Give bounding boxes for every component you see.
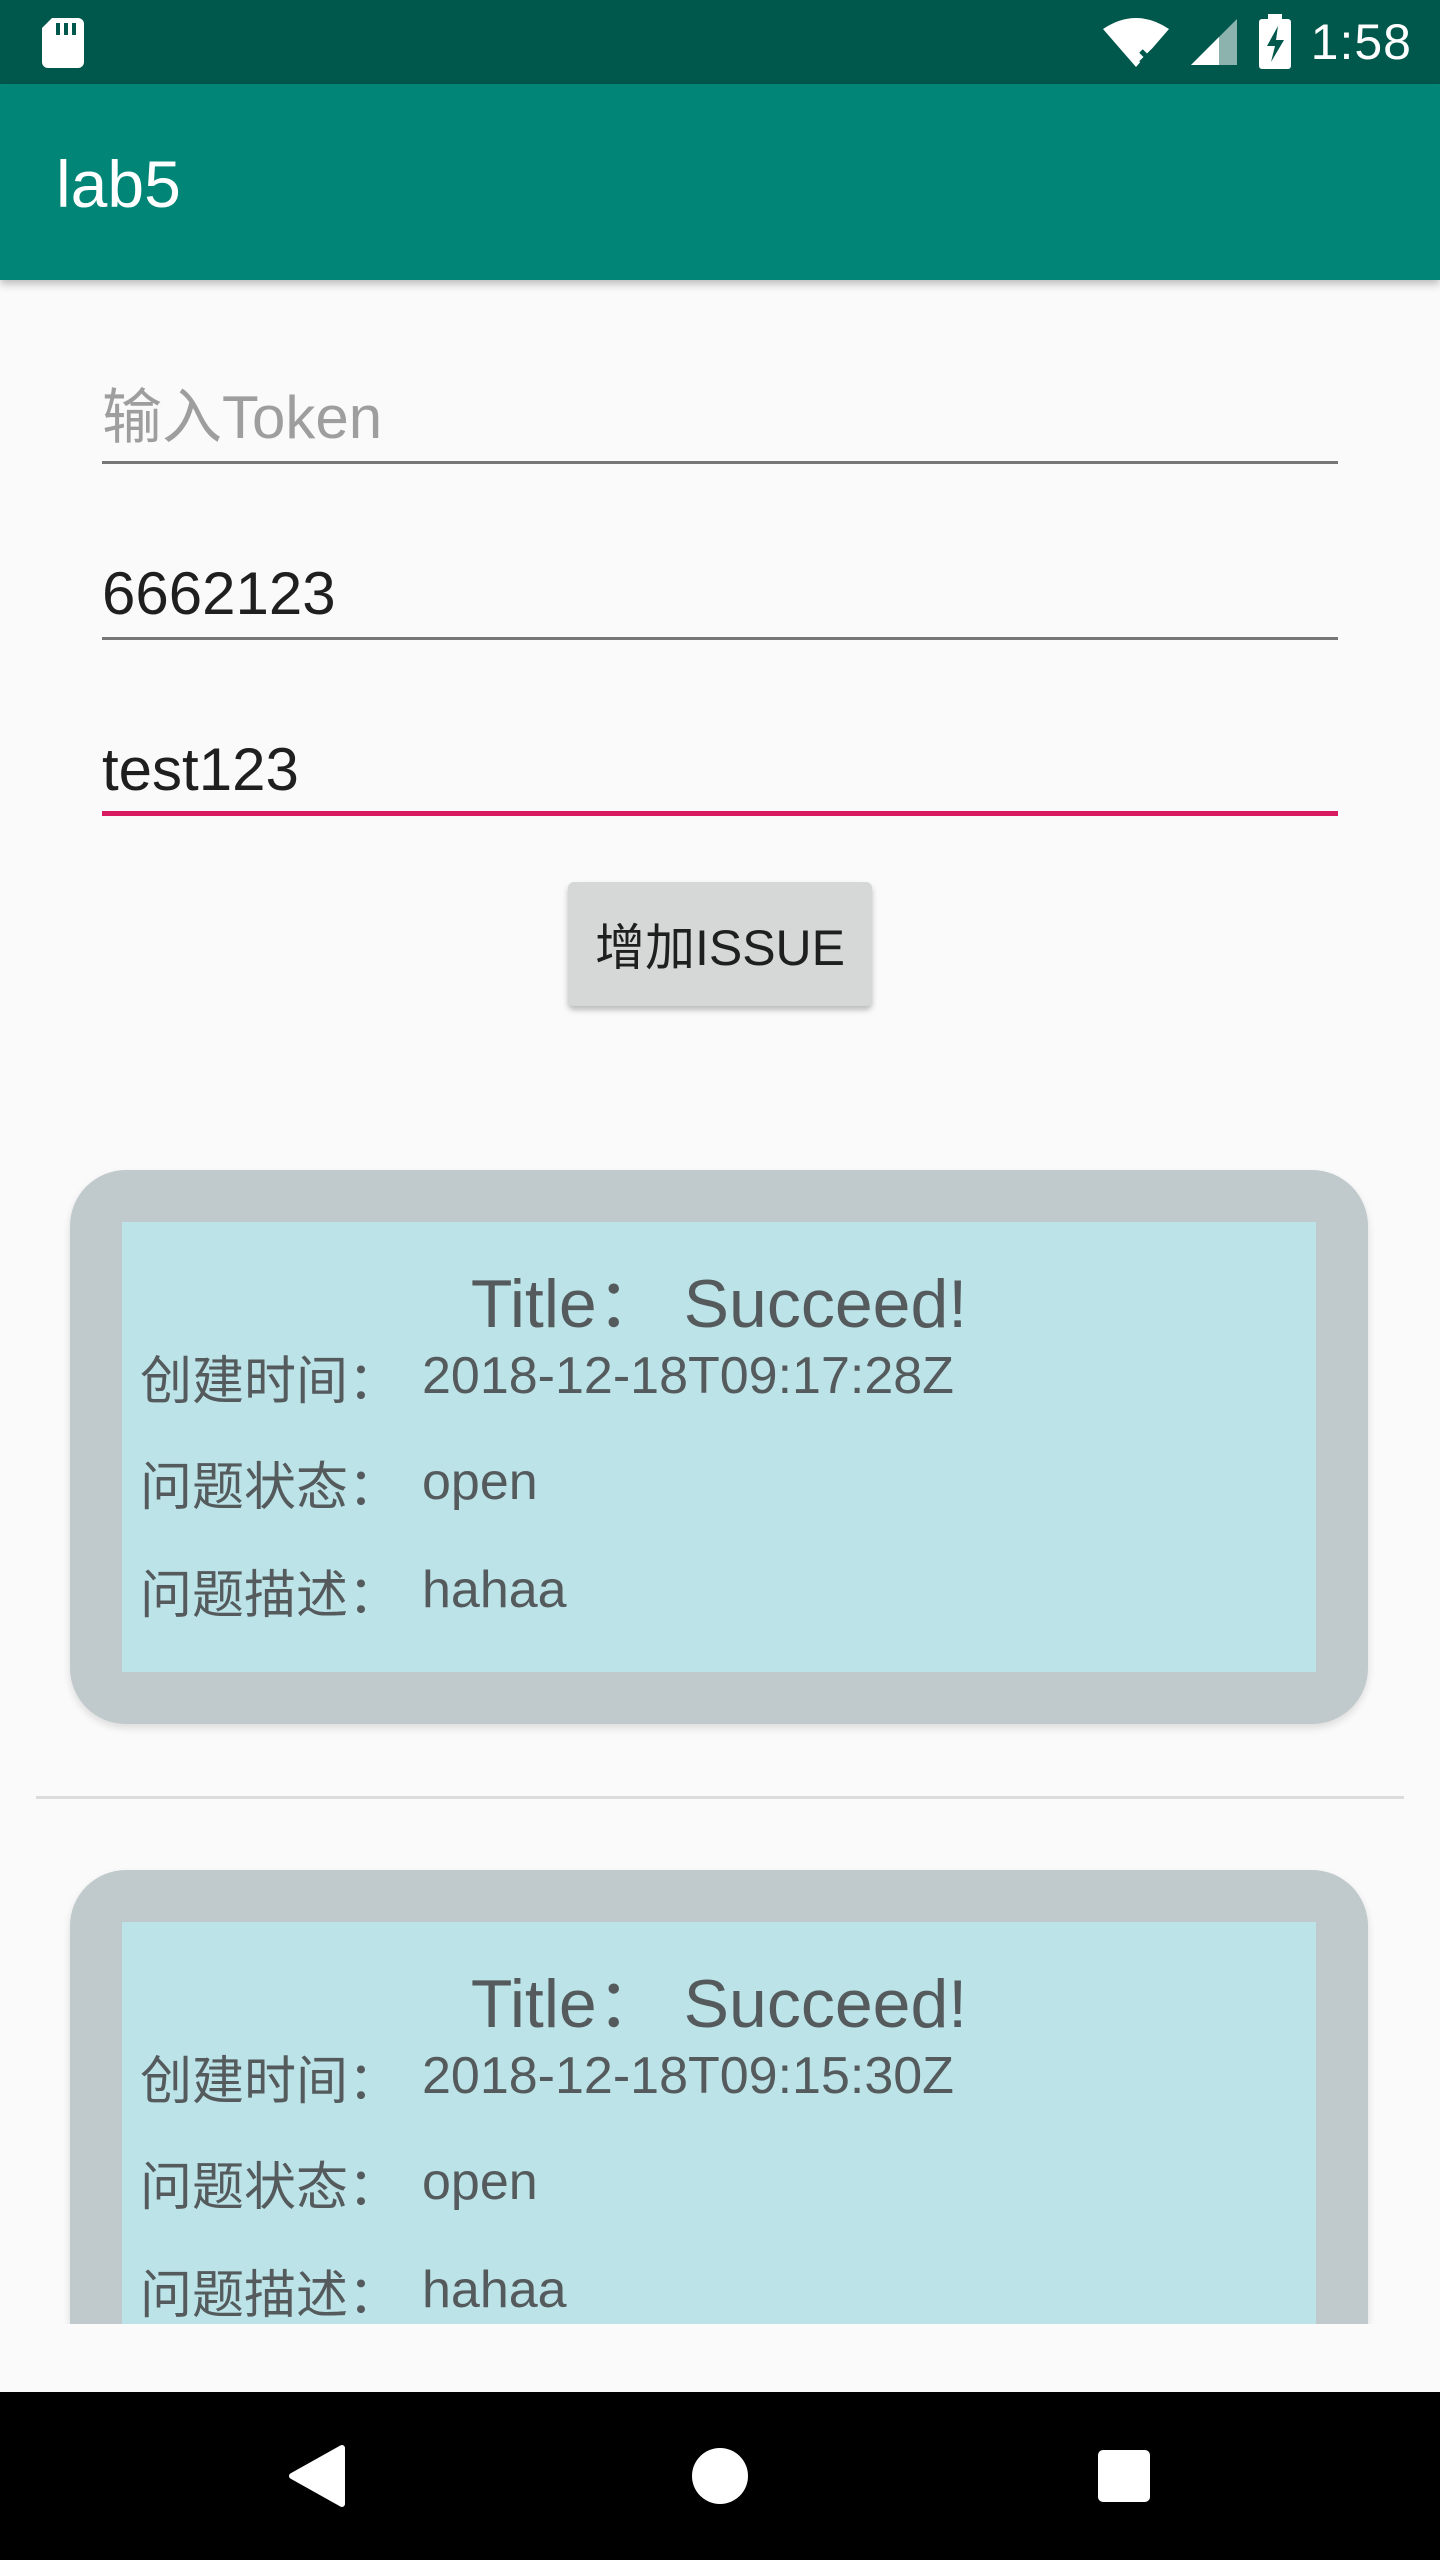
state-row: 问题状态： open — [140, 2142, 538, 2222]
status-time: 1:58 — [1310, 14, 1412, 70]
state-label: 问题状态： — [140, 1458, 401, 1517]
created-row: 创建时间： 2018-12-18T09:17:28Z — [140, 1336, 954, 1416]
token-field[interactable] — [102, 324, 1338, 464]
token-input[interactable] — [102, 383, 1338, 452]
home-icon — [692, 2448, 748, 2504]
status-bar: 1:58 — [0, 0, 1440, 84]
signal-icon — [1190, 19, 1237, 65]
app-title: lab5 — [56, 147, 181, 221]
created-value: 2018-12-18T09:17:28Z — [422, 1347, 954, 1405]
created-row: 创建时间： 2018-12-18T09:15:30Z — [140, 2036, 954, 2116]
desc-value: hahaa — [422, 2261, 567, 2319]
state-label: 问题状态： — [140, 2158, 401, 2217]
state-value: open — [422, 2153, 538, 2211]
navigation-bar — [0, 2392, 1440, 2560]
wifi-icon — [1102, 18, 1169, 67]
recents-button[interactable] — [1084, 2436, 1164, 2516]
token-underline — [102, 461, 1338, 464]
field3-underline — [102, 811, 1338, 816]
issue-title: Title： Succeed! — [470, 1966, 968, 2042]
created-label: 创建时间： — [140, 2052, 401, 2111]
back-button[interactable] — [276, 2436, 356, 2516]
desc-value: hahaa — [422, 1561, 567, 1619]
desc-label: 问题描述： — [140, 2266, 401, 2325]
state-row: 问题状态： open — [140, 1442, 538, 1522]
issue-card[interactable]: Title： Succeed! 创建时间： 2018-12-18T09:17:2… — [70, 1170, 1368, 1724]
desc-label: 问题描述： — [140, 1566, 401, 1625]
issue-title: Title： Succeed! — [470, 1266, 968, 1342]
status-icons: 1:58 — [1101, 0, 1412, 84]
list-divider — [36, 1796, 1404, 1799]
created-value: 2018-12-18T09:15:30Z — [422, 2047, 954, 2105]
issue-card-content: Title： Succeed! 创建时间： 2018-12-18T09:17:2… — [122, 1222, 1316, 1672]
home-button[interactable] — [680, 2436, 760, 2516]
state-value: open — [422, 1453, 538, 1511]
repo-field[interactable] — [102, 500, 1338, 640]
field2-underline — [102, 637, 1338, 640]
issue-card-content: Title： Succeed! 创建时间： 2018-12-18T09:15:3… — [122, 1922, 1316, 2324]
battery-charging-icon — [1258, 14, 1291, 69]
field2-input[interactable] — [102, 559, 1338, 628]
title-field[interactable] — [102, 676, 1338, 816]
desc-row: 问题描述： hahaa — [140, 1550, 567, 1630]
sd-card-icon — [42, 18, 84, 68]
field3-input[interactable] — [102, 735, 1338, 804]
issue-card[interactable]: Title： Succeed! 创建时间： 2018-12-18T09:15:3… — [70, 1870, 1368, 2324]
app-bar: lab5 — [0, 84, 1440, 280]
created-label: 创建时间： — [140, 1352, 401, 1411]
issue-list[interactable]: Title： Succeed! 创建时间： 2018-12-18T09:17:2… — [0, 1140, 1440, 2324]
back-icon — [289, 2445, 345, 2507]
recents-icon — [1098, 2450, 1150, 2502]
add-issue-button[interactable]: 增加ISSUE — [568, 882, 872, 1006]
desc-row: 问题描述： hahaa — [140, 2250, 567, 2324]
